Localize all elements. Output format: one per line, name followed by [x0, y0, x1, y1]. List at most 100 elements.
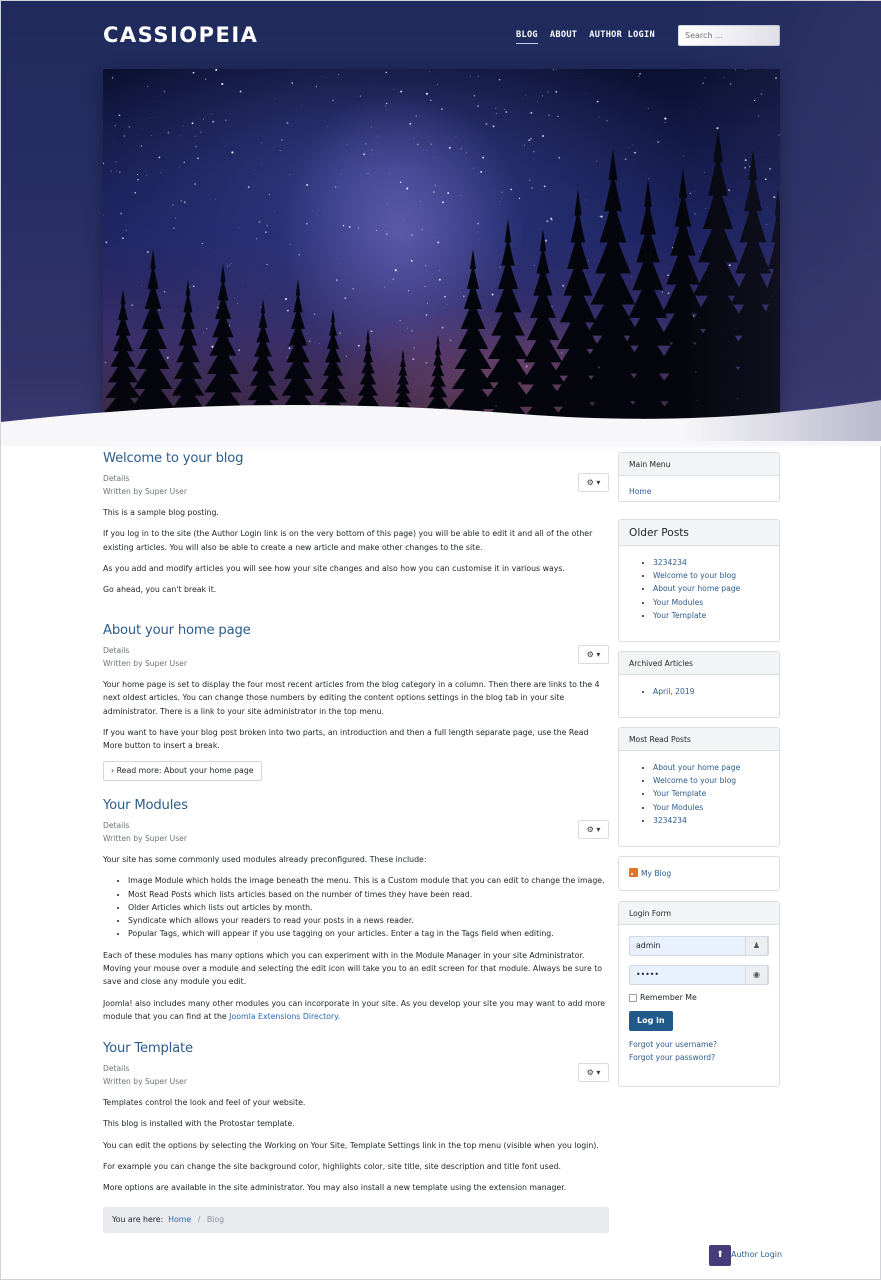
list-item: Syndicate which allows your readers to r…	[128, 914, 609, 927]
nav-blog[interactable]: BLOG	[516, 30, 538, 44]
list-item: Your Template	[653, 787, 769, 800]
older-post-link[interactable]: Welcome to your blog	[653, 571, 736, 580]
list-item: Your Template	[653, 609, 769, 622]
older-post-link[interactable]: 3234234	[653, 558, 687, 567]
article-paragraph: More options are available in the site a…	[103, 1183, 567, 1193]
site-header: CASSIOPEIA BLOG ABOUT AUTHOR LOGIN	[1, 1, 881, 446]
syndicate-module: My Blog	[618, 856, 780, 891]
back-to-top-button[interactable]: ⬆	[709, 1245, 731, 1266]
tree-silhouette	[748, 189, 780, 429]
article-actions-button[interactable]: ⚙ ▾	[578, 473, 609, 492]
article-paragraph: Your home page is set to display the fou…	[103, 680, 600, 716]
article: Your Template Details Written by Super U…	[103, 1041, 609, 1194]
most-read-module: Most Read Posts About your home page Wel…	[618, 727, 780, 847]
password-field[interactable]: ••••• ◉	[629, 965, 769, 985]
article-title[interactable]: Welcome to your blog	[103, 451, 609, 466]
main-menu-module: Main Menu Home	[618, 452, 780, 502]
list-item: Image Module which holds the image benea…	[128, 874, 609, 887]
extensions-directory-link[interactable]: Joomla Extensions Directory.	[229, 1012, 340, 1021]
list-item: Your Modules	[653, 596, 769, 609]
gear-icon: ⚙ ▾	[586, 650, 601, 659]
article-actions-button[interactable]: ⚙ ▾	[578, 820, 609, 839]
search-input[interactable]	[678, 25, 780, 46]
username-value: admin	[636, 941, 661, 950]
nav-about[interactable]: ABOUT	[550, 30, 577, 44]
read-more-label: Read more: About your home page	[116, 766, 254, 776]
older-post-link[interactable]: Your Modules	[653, 598, 703, 607]
module-title: Most Read Posts	[619, 728, 779, 751]
article-title[interactable]: About your home page	[103, 623, 609, 638]
older-post-link[interactable]: Your Template	[653, 611, 706, 620]
list-item: Popular Tags, which will appear if you u…	[128, 927, 609, 940]
gear-icon: ⚙ ▾	[586, 825, 601, 834]
article-actions-button[interactable]: ⚙ ▾	[578, 645, 609, 664]
archived-articles-module: Archived Articles April, 2019	[618, 651, 780, 718]
article: About your home page Details Written by …	[103, 623, 609, 798]
older-post-link[interactable]: About your home page	[653, 584, 740, 593]
most-read-link[interactable]: About your home page	[653, 763, 740, 772]
article-details: Details	[103, 646, 130, 655]
read-more-button[interactable]: › Read more: About your home page	[103, 761, 262, 782]
list-item: 3234234	[653, 814, 769, 827]
article-author: Written by Super User	[103, 1077, 187, 1086]
breadcrumb-home[interactable]: Home	[168, 1215, 191, 1224]
username-field[interactable]: admin ♟	[629, 936, 769, 956]
syndicate-link[interactable]: My Blog	[641, 869, 671, 878]
tree-silhouette	[673, 129, 763, 429]
gear-icon: ⚙ ▾	[586, 1068, 601, 1077]
article-author: Written by Super User	[103, 659, 187, 668]
article-paragraph: Go ahead, you can't break it.	[103, 585, 217, 595]
main-nav: BLOG ABOUT AUTHOR LOGIN	[516, 30, 667, 44]
article-details: Details	[103, 1064, 130, 1073]
article-paragraph: For example you can change the site back…	[103, 1161, 561, 1171]
list-item: Welcome to your blog	[653, 569, 769, 582]
main-content: Welcome to your blog Details Written by …	[103, 451, 609, 1194]
article: Welcome to your blog Details Written by …	[103, 451, 609, 623]
article-paragraph: As you add and modify articles you will …	[103, 563, 565, 573]
article-paragraph: You can edit the options by selecting th…	[103, 1140, 599, 1150]
article-author: Written by Super User	[103, 487, 187, 496]
module-title: Archived Articles	[619, 652, 779, 675]
remember-me-label: Remember Me	[640, 993, 697, 1002]
footer-author-login-link[interactable]: Author Login	[731, 1250, 782, 1259]
article-paragraph: Your site has some commonly used modules…	[103, 855, 427, 864]
rss-icon	[629, 868, 638, 877]
forgot-username-link[interactable]: Forgot your username?	[629, 1038, 769, 1051]
eye-icon[interactable]: ◉	[745, 965, 768, 985]
most-read-link[interactable]: 3234234	[653, 816, 687, 825]
paragraph-text: Joomla! also includes many other modules…	[103, 998, 606, 1021]
site-brand[interactable]: CASSIOPEIA	[103, 23, 258, 47]
breadcrumb-separator: /	[197, 1215, 201, 1224]
article-actions-button[interactable]: ⚙ ▾	[578, 1063, 609, 1082]
module-title: Login Form	[619, 902, 779, 925]
most-read-link[interactable]: Your Modules	[653, 803, 703, 812]
remember-me-checkbox[interactable]	[629, 993, 637, 1002]
remember-me: Remember Me	[629, 993, 769, 1002]
forgot-password-link[interactable]: Forgot your password?	[629, 1051, 769, 1064]
list-item: April, 2019	[653, 685, 769, 698]
most-read-link[interactable]: Welcome to your blog	[653, 776, 736, 785]
menu-item-home[interactable]: Home	[629, 487, 651, 496]
list-item: About your home page	[653, 582, 769, 595]
wave-divider	[1, 400, 881, 446]
article-title[interactable]: Your Template	[103, 1041, 609, 1056]
article: Your Modules Details Written by Super Us…	[103, 798, 609, 1041]
most-read-link[interactable]: Your Template	[653, 789, 706, 798]
breadcrumb: You are here: Home / Blog	[103, 1207, 609, 1233]
forgot-links: Forgot your username? Forgot your passwo…	[629, 1038, 769, 1064]
archive-link[interactable]: April, 2019	[653, 687, 695, 696]
article-paragraph: If you want to have your blog post broke…	[103, 727, 589, 751]
user-icon: ♟	[745, 936, 768, 956]
breadcrumb-prefix: You are here:	[112, 1215, 164, 1224]
nav-author-login[interactable]: AUTHOR LOGIN	[589, 30, 655, 44]
article-paragraph: Each of these modules has many options w…	[103, 950, 603, 987]
list-item: Older Articles which lists out articles …	[128, 901, 609, 914]
gear-icon: ⚙ ▾	[586, 478, 601, 487]
article-details: Details	[103, 474, 130, 483]
article-paragraph: If you log in to the site (the Author Lo…	[103, 529, 593, 552]
article-author: Written by Super User	[103, 834, 187, 843]
list-item: Most Read Posts which lists articles bas…	[128, 888, 609, 901]
login-button[interactable]: Log in	[629, 1011, 673, 1031]
article-title[interactable]: Your Modules	[103, 798, 609, 813]
article-paragraph: This is a sample blog posting.	[103, 508, 219, 517]
